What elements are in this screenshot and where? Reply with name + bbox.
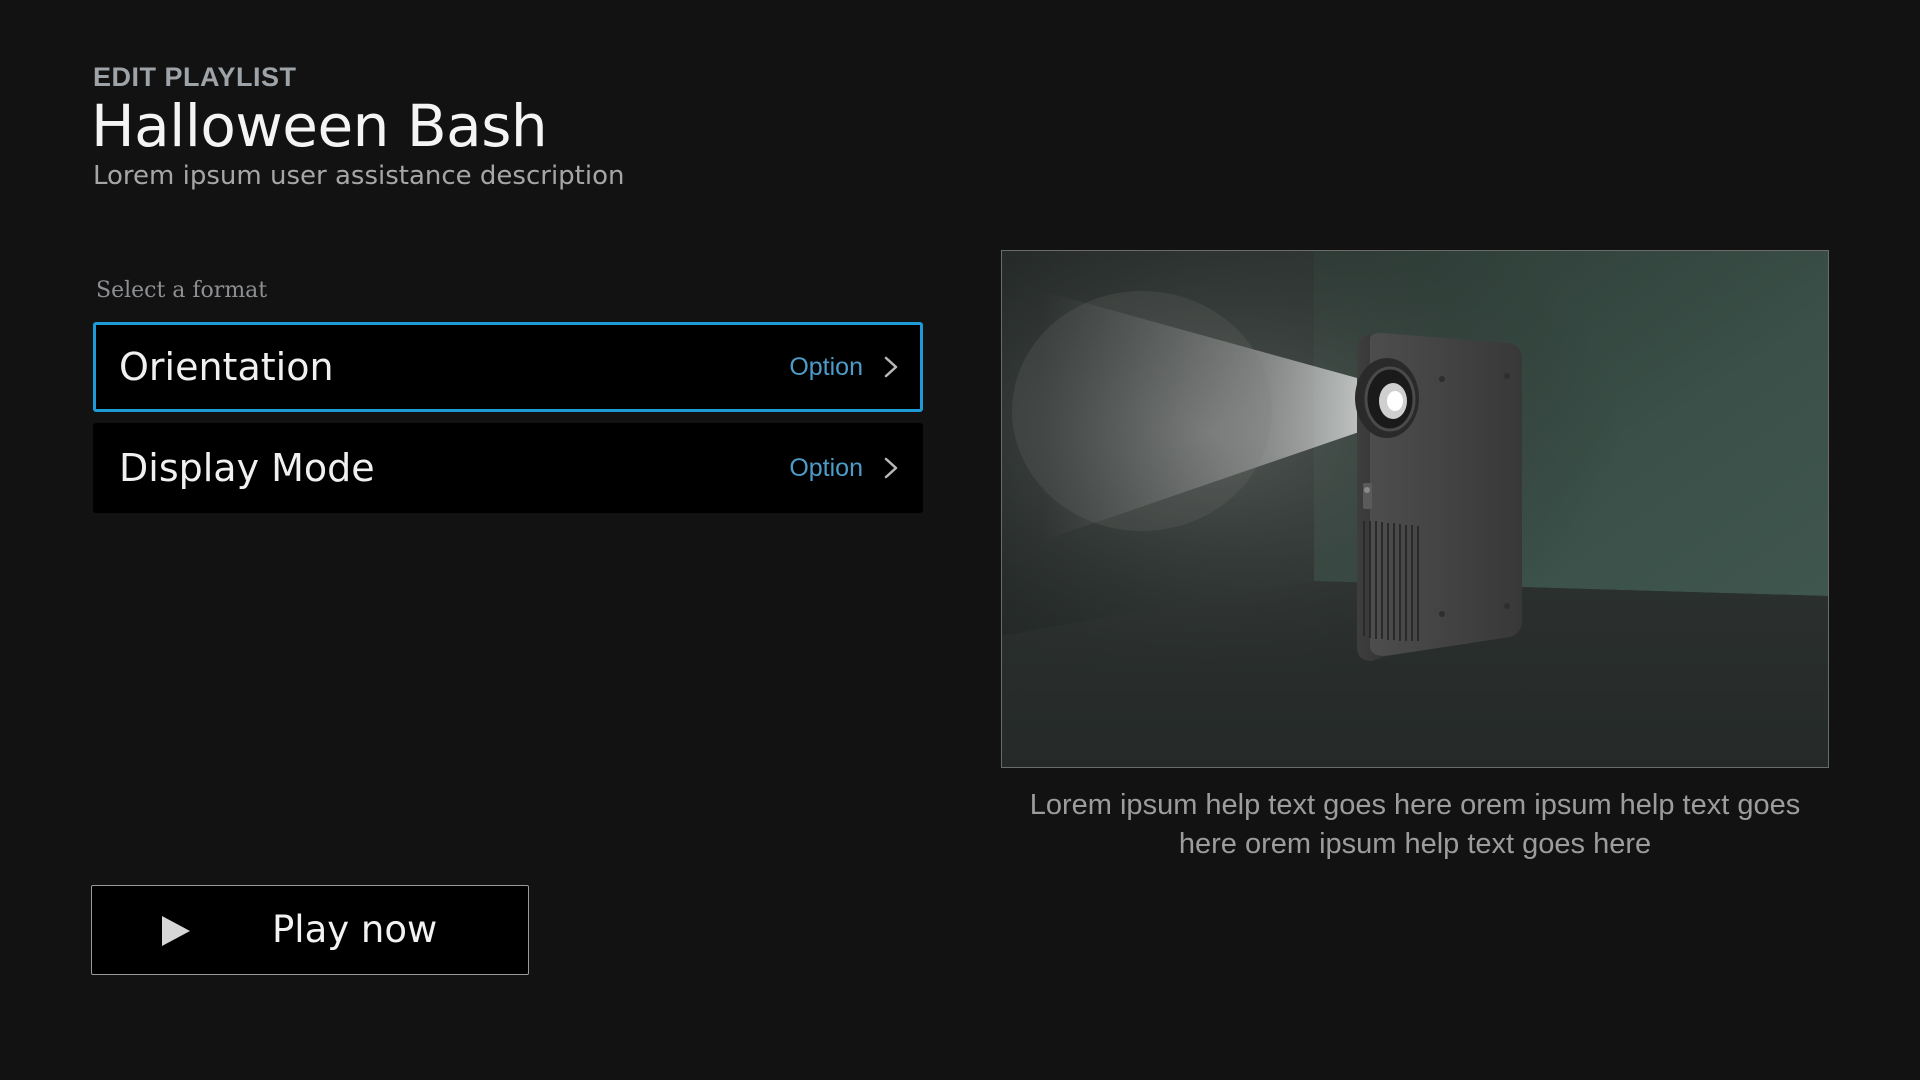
play-icon	[162, 916, 190, 946]
format-section-label: Select a format	[96, 278, 268, 303]
page-title: Halloween Bash	[91, 92, 548, 160]
orientation-menu-item[interactable]: Orientation Option	[93, 322, 923, 412]
page-subtitle: Lorem ipsum user assistance description	[93, 161, 625, 191]
display-mode-menu-item[interactable]: Display Mode Option	[93, 423, 923, 513]
play-now-label: Play now	[272, 908, 438, 951]
help-text: Lorem ipsum help text goes here orem ips…	[1029, 789, 1801, 860]
orientation-label: Orientation	[119, 345, 334, 389]
chevron-right-icon	[884, 457, 898, 479]
edit-playlist-screen: EDIT PLAYLIST Halloween Bash Lorem ipsum…	[0, 0, 1920, 1080]
projector-illustration	[1002, 251, 1828, 767]
chevron-right-icon	[884, 356, 898, 378]
preview-image	[1001, 250, 1829, 768]
display-mode-value: Option	[789, 453, 863, 482]
play-now-button[interactable]: Play now	[91, 885, 529, 975]
display-mode-label: Display Mode	[119, 446, 375, 490]
orientation-value: Option	[789, 352, 863, 381]
page-eyebrow: EDIT PLAYLIST	[93, 62, 297, 92]
